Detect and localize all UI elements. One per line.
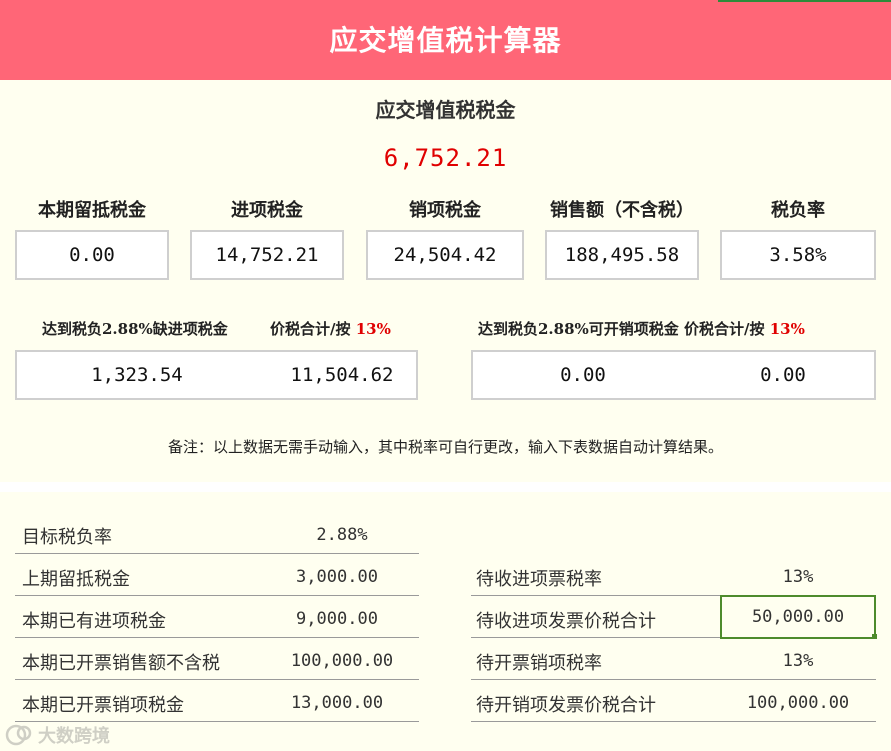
invoiced-sales-value[interactable]: 100,000.00 (270, 651, 414, 671)
target-tax-rate-label: 目标税负率 (22, 527, 112, 548)
invoiced-output-tax-label: 本期已开票销项税金 (22, 695, 184, 716)
left-price-tax-text: 价税合计/按 (270, 320, 351, 338)
watermark-logo-icon (5, 724, 32, 746)
panel-divider (0, 482, 891, 492)
missing-input-tax-box: 1,323.54 11,504.62 (15, 350, 418, 400)
metric-label-sales: 销售额（不含税） (550, 200, 694, 221)
metric-value-carryover: 0.00 (15, 230, 169, 280)
vat-payable-label: 应交增值税税金 (375, 98, 516, 122)
right-price-tax-value: 0.00 (760, 364, 806, 386)
metric-value-sales: 188,495.58 (545, 230, 699, 280)
available-output-tax-box: 0.00 0.00 (471, 350, 876, 400)
metric-value-output-tax: 24,504.42 (366, 230, 524, 280)
metric-value-input-tax: 14,752.21 (190, 230, 344, 280)
pending-input-total-label: 待收进项发票价税合计 (476, 611, 656, 632)
watermark-text: 大数跨境 (38, 726, 110, 747)
pending-input-total-cell[interactable]: 50,000.00 (720, 595, 876, 639)
right-rate: 13% (769, 320, 805, 338)
metric-label-output-tax: 销项税金 (409, 200, 481, 221)
page-title: 应交增值税计算器 (329, 24, 562, 57)
target-tax-rate-value[interactable]: 2.88% (270, 525, 414, 545)
remark-note: 备注：以上数据无需手动输入，其中税率可自行更改，输入下表数据自动计算结果。 (167, 438, 723, 456)
pending-output-rate-value[interactable]: 13% (720, 651, 876, 671)
row-divider (471, 679, 876, 680)
row-divider (15, 595, 419, 596)
right-price-tax-text: 价税合计/按 (684, 320, 765, 338)
pending-output-rate-label: 待开票销项税率 (476, 653, 602, 674)
left-price-tax-value: 11,504.62 (290, 364, 394, 386)
row-divider (15, 679, 419, 680)
missing-input-tax-label: 达到税负2.88%缺进项税金 (42, 320, 228, 338)
pending-input-rate-label: 待收进项票税率 (476, 569, 602, 590)
results-panel (0, 80, 891, 482)
row-divider (15, 553, 419, 554)
available-output-tax-value: 0.00 (560, 364, 606, 386)
pending-input-rate-value[interactable]: 13% (720, 567, 876, 587)
metric-value-tax-rate: 3.58% (720, 230, 876, 280)
previous-carryover-label: 上期留抵税金 (22, 569, 130, 590)
existing-input-tax-value[interactable]: 9,000.00 (265, 609, 409, 629)
missing-input-tax-value: 1,323.54 (91, 364, 183, 386)
row-divider (471, 721, 876, 722)
metric-label-input-tax: 进项税金 (231, 200, 303, 221)
available-output-tax-text: 达到税负2.88%可开销项税金 (478, 320, 679, 338)
existing-input-tax-label: 本期已有进项税金 (22, 611, 166, 632)
watermark: 大数跨境 (4, 722, 110, 748)
vat-payable-value: 6,752.21 (383, 144, 508, 172)
invoiced-output-tax-value[interactable]: 13,000.00 (265, 693, 409, 713)
metric-label-carryover: 本期留抵税金 (38, 200, 146, 221)
pending-output-total-value[interactable]: 100,000.00 (720, 693, 876, 713)
left-price-tax-label: 价税合计/按 13% (270, 318, 391, 339)
previous-carryover-value[interactable]: 3,000.00 (265, 567, 409, 587)
row-divider (15, 637, 419, 638)
available-output-tax-label: 达到税负2.88%可开销项税金 价税合计/按 13% (478, 318, 805, 339)
fill-handle[interactable] (872, 634, 877, 639)
row-divider (471, 637, 720, 638)
pending-output-total-label: 待开销项发票价税合计 (476, 695, 656, 716)
left-rate: 13% (355, 320, 391, 338)
invoiced-sales-label: 本期已开票销售额不含税 (22, 653, 220, 674)
metric-label-tax-rate: 税负率 (771, 200, 825, 221)
